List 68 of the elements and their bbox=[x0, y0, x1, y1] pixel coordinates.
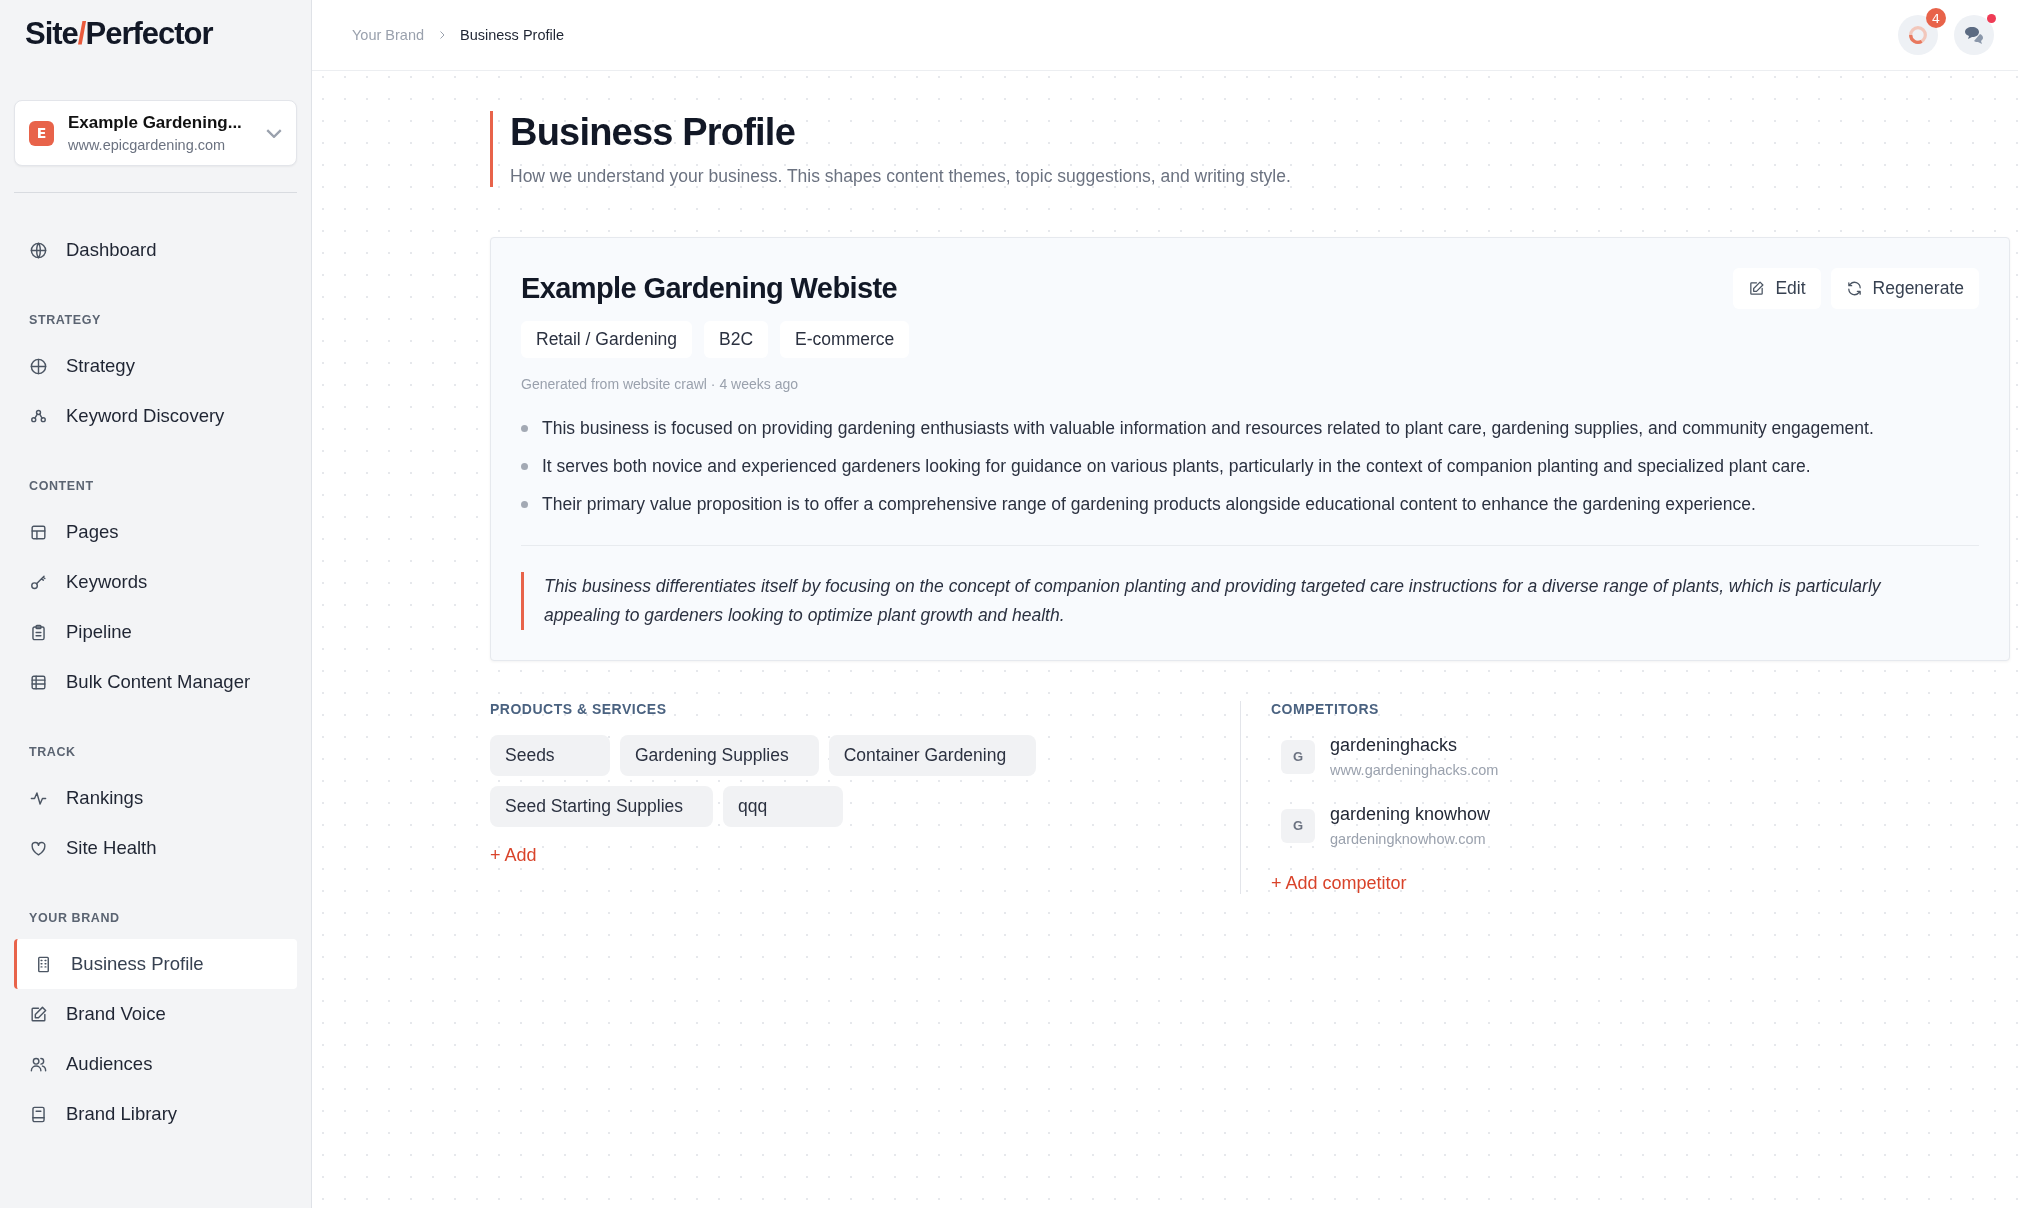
page-title: Business Profile bbox=[510, 111, 796, 154]
account-name: Example Gardening... bbox=[68, 113, 243, 133]
chat-button[interactable] bbox=[1954, 15, 1994, 55]
summary-point: Their primary value proposition is to offer a comprehensive range of gardening products alongside educational content to enhance the gardening experience. bbox=[542, 494, 1756, 515]
bullet-icon bbox=[521, 463, 528, 470]
competitor-name: gardeninghacks bbox=[1330, 735, 1459, 756]
sidebar-item[interactable]: Site Health bbox=[14, 823, 297, 873]
generated-note: Generated from website crawl · 4 weeks ago bbox=[521, 376, 799, 392]
page-subtitle: How we understand your business. This shapes content themes, topic suggestions, and writing style. bbox=[510, 166, 1292, 187]
competitor-name: gardening knowhow bbox=[1330, 804, 1491, 825]
sidebar-item[interactable]: Strategy bbox=[14, 341, 297, 391]
progress-button[interactable] bbox=[1898, 15, 1938, 55]
sidebar-item[interactable]: Dashboard bbox=[14, 225, 297, 275]
clipboard-icon bbox=[29, 622, 48, 642]
competitor-avatar: G bbox=[1281, 739, 1315, 774]
sidebar-item[interactable]: Business Profile bbox=[14, 939, 297, 989]
category-tag: B2C bbox=[704, 321, 769, 358]
add-link[interactable]: + Add bbox=[490, 845, 537, 866]
logo: Site/Perfector bbox=[24, 16, 214, 52]
product-chip: Container Gardening bbox=[828, 735, 1037, 776]
section-label: STRATEGY bbox=[28, 313, 102, 327]
section-label: YOUR BRAND bbox=[28, 911, 121, 925]
edit-button[interactable]: Edit bbox=[1733, 268, 1821, 309]
sidebar-item[interactable]: Pages bbox=[14, 507, 297, 557]
account-switcher[interactable]: E Example Gardening... www.epicgardening.com bbox=[14, 100, 297, 166]
competitor-url: www.gardeninghacks.com bbox=[1330, 762, 1499, 778]
section-heading: COMPETITORS bbox=[1271, 701, 1380, 717]
sidebar-item[interactable]: Keywords bbox=[14, 557, 297, 607]
differentiator-quote: This business differentiates itself by focusing on the concept of companion planting and providing targeted care instructions for a diverse range of plants, which is particularly appealing to gardeners looking to optimize plant growth and health. bbox=[521, 572, 1979, 630]
bullet-icon bbox=[521, 501, 528, 508]
bullet-icon bbox=[521, 425, 528, 432]
section-label: CONTENT bbox=[28, 479, 95, 493]
breadcrumb-item: Business Profile bbox=[460, 27, 564, 43]
sidebar-item[interactable]: Audiences bbox=[14, 1039, 297, 1089]
add-competitor-link[interactable]: + Add competitor bbox=[1271, 873, 1407, 894]
sidebar-item[interactable]: Brand Voice bbox=[14, 989, 297, 1039]
refresh-icon bbox=[1845, 280, 1863, 297]
sidebar-item[interactable]: Rankings bbox=[14, 773, 297, 823]
competitor-url: gardeningknowhow.com bbox=[1330, 831, 1487, 847]
section-label: TRACK bbox=[28, 745, 77, 759]
layout-icon bbox=[29, 522, 48, 542]
product-chip: Gardening Supplies bbox=[620, 735, 819, 776]
summary-point: This business is focused on providing gardening enthusiasts with valuable information and resources related to plant care, gardening supplies, and community engagement. bbox=[542, 418, 1874, 439]
regenerate-button[interactable]: Regenerate bbox=[1830, 268, 1979, 309]
sidebar-item[interactable]: Brand Library bbox=[14, 1089, 297, 1139]
pencil-icon bbox=[1748, 280, 1766, 297]
product-chip: Seed Starting Supplies bbox=[490, 786, 714, 827]
sidebar-item[interactable]: Bulk Content Manager bbox=[14, 657, 297, 707]
sidebar-item[interactable]: Pipeline bbox=[14, 607, 297, 657]
ring-icon bbox=[1907, 24, 1929, 46]
pencil-icon bbox=[29, 1004, 48, 1024]
category-tag: Retail / Gardening bbox=[521, 321, 693, 358]
globe-icon bbox=[29, 240, 48, 260]
chevron-down-icon bbox=[266, 128, 282, 138]
book-icon bbox=[29, 1104, 48, 1124]
product-chip: qqq bbox=[723, 786, 844, 827]
section-heading: PRODUCTS & SERVICES bbox=[490, 701, 668, 717]
sidebar-item[interactable]: Keyword Discovery bbox=[14, 391, 297, 441]
business-name: Example Gardening Webiste bbox=[521, 272, 899, 305]
notification-badge: 4 bbox=[1926, 8, 1946, 28]
account-avatar: E bbox=[29, 120, 54, 146]
competitor-avatar: G bbox=[1281, 808, 1315, 843]
summary-point: It serves both novice and experienced gardeners looking for guidance on various plants, particularly in the context of companion planting and specialized plant care. bbox=[542, 456, 1811, 477]
category-tag: E-commerce bbox=[780, 321, 910, 358]
table-icon bbox=[29, 672, 48, 692]
target-icon bbox=[29, 356, 48, 376]
product-chip: Seeds bbox=[490, 735, 610, 776]
account-url: www.epicgardening.com bbox=[68, 137, 227, 153]
